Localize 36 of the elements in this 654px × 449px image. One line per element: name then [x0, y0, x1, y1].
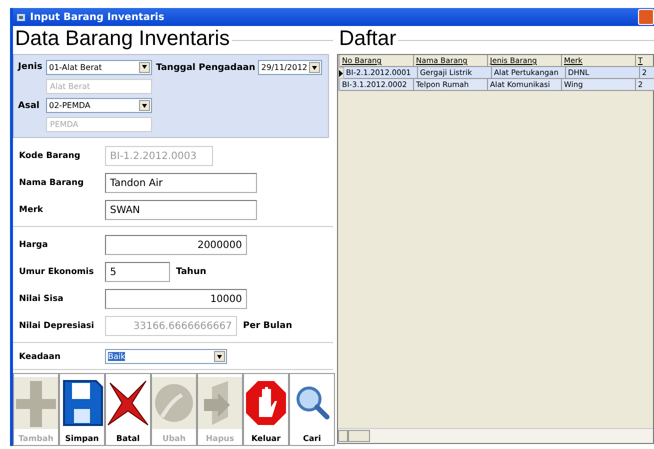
field-label: Nilai Sisa	[19, 294, 64, 304]
toolbar-button[interactable]: Simpan	[59, 373, 105, 446]
umur-field[interactable]: 5	[105, 262, 170, 282]
field-label: Nilai Depresiasi	[19, 321, 96, 331]
field-label: Asal	[18, 100, 40, 111]
section-title: Data Barang Inventaris	[14, 27, 230, 51]
jenis-description: Alat Berat	[46, 78, 152, 94]
app-icon	[16, 12, 26, 22]
field-label: Umur Ekonomis	[19, 267, 95, 277]
field-label: Merk	[19, 205, 44, 215]
window-title: Input Barang Inventaris	[30, 12, 164, 22]
field-label: Tanggal Pengadaan	[156, 62, 256, 72]
toolbar-button[interactable]: Cari	[289, 373, 335, 446]
plus-icon	[14, 377, 58, 429]
field-label: Kode Barang	[19, 151, 82, 161]
field-label: Harga	[19, 240, 49, 250]
horizontal-scrollbar[interactable]	[338, 428, 653, 443]
nama-field[interactable]: Tandon Air	[105, 173, 257, 193]
harga-field[interactable]: 2000000	[105, 235, 247, 255]
unit-label: Tahun	[176, 267, 206, 277]
keadaan-dropdown[interactable]: Baik	[105, 349, 227, 364]
unit-label: Per Bulan	[243, 321, 292, 331]
merk-field[interactable]: SWAN	[105, 200, 257, 220]
toolbar-button[interactable]: Batal	[105, 373, 151, 446]
field-label: Nama Barang	[19, 178, 85, 188]
section-title: Daftar	[338, 27, 396, 51]
date-picker[interactable]: 29/11/2012	[258, 60, 322, 75]
asal-dropdown[interactable]: 02-PEMDA	[46, 98, 152, 114]
jenis-dropdown[interactable]: 01-Alat Berat	[46, 60, 152, 75]
close-button[interactable]	[638, 9, 654, 25]
toolbar-button[interactable]: Keluar	[243, 373, 289, 446]
row-indicator[interactable]	[338, 67, 344, 79]
field-label: Keadaan	[19, 352, 62, 362]
field-label: Jenis	[18, 62, 40, 72]
asal-description: PEMDA	[46, 117, 152, 132]
nilai-sisa-field[interactable]: 10000	[105, 289, 247, 309]
